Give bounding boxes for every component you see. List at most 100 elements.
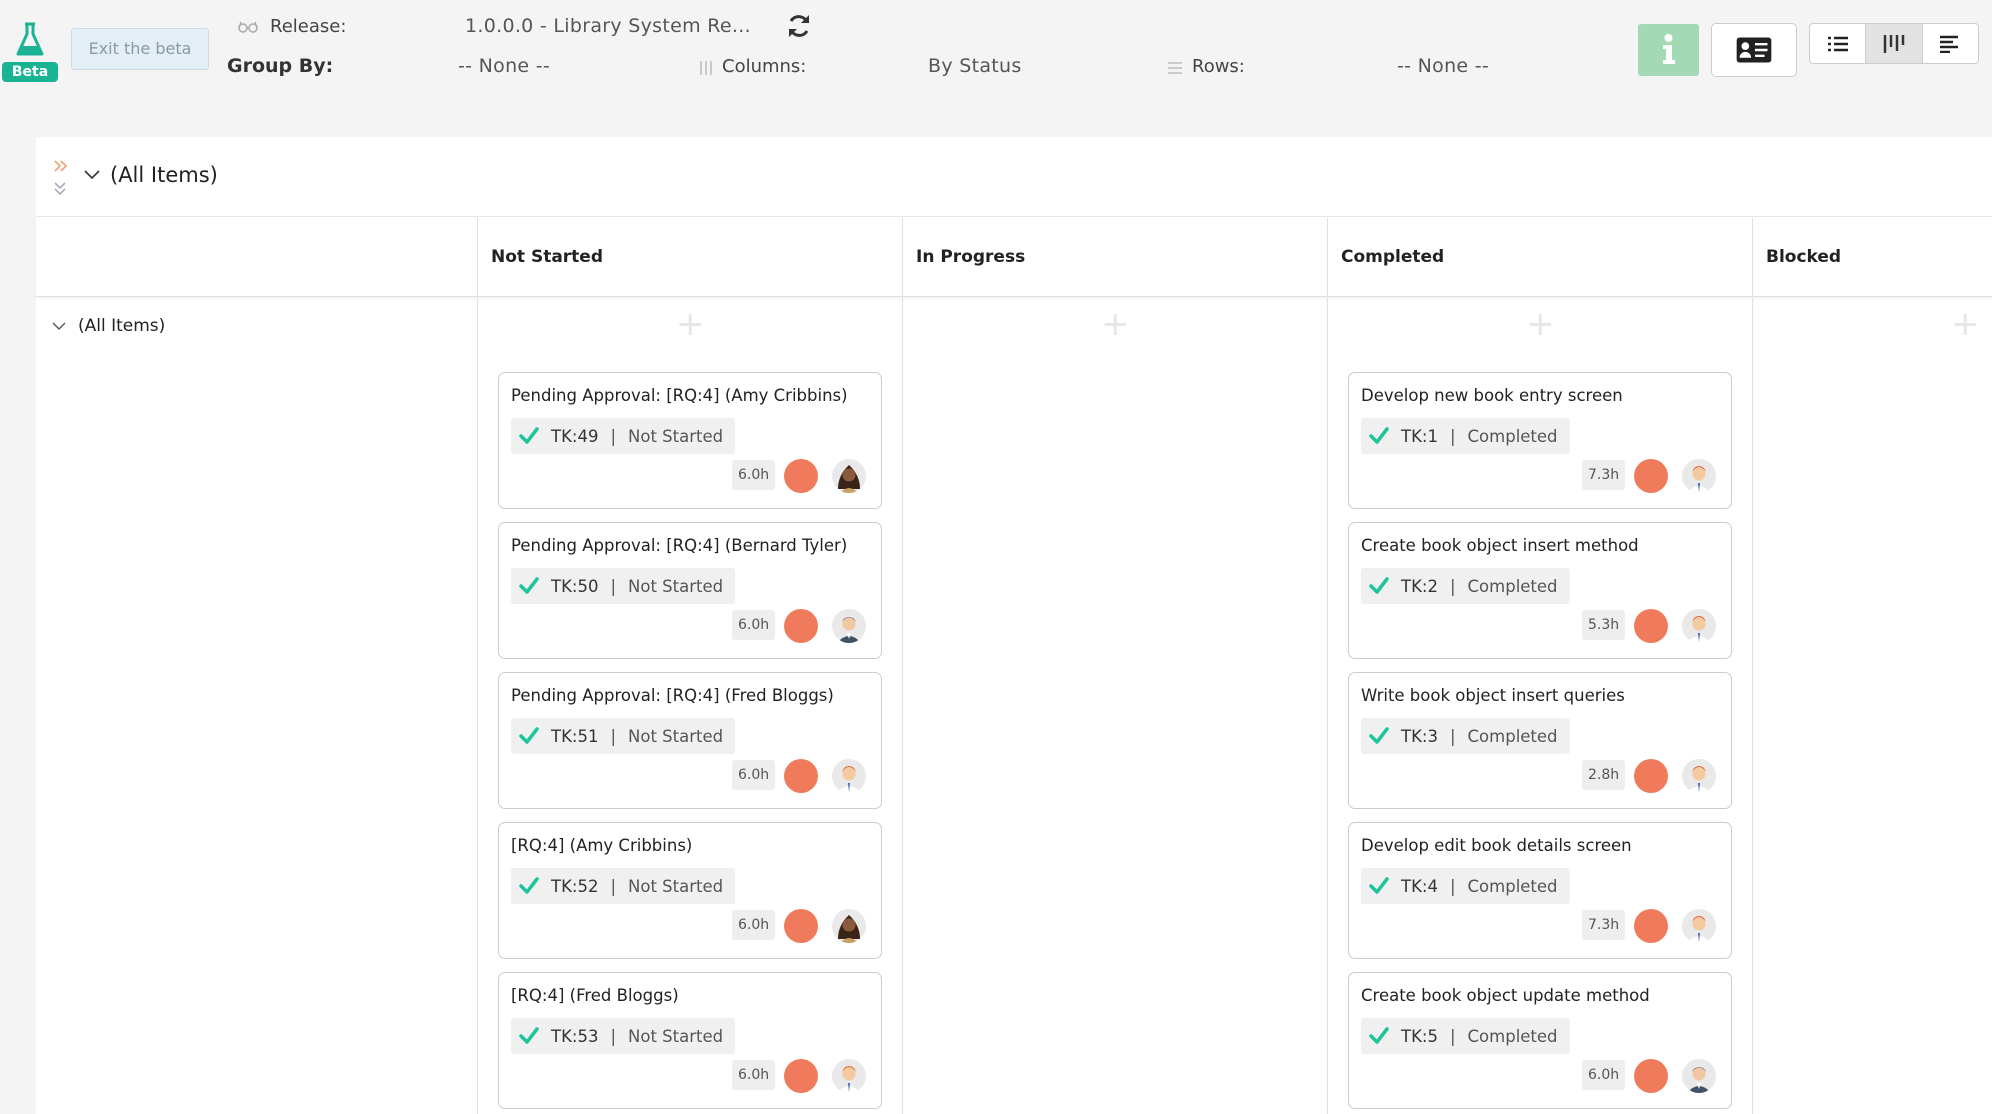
column-in-progress: + (902, 298, 1327, 1114)
chip-separator: | (1449, 426, 1456, 446)
info-icon (1663, 34, 1675, 64)
task-id[interactable]: TK:1 (1401, 427, 1438, 446)
row-label-all-items[interactable]: (All Items) (52, 316, 165, 336)
refresh-icon[interactable] (785, 12, 813, 40)
task-card[interactable]: Pending Approval: [RQ:4] (Bernard Tyler)… (498, 522, 882, 659)
checkmark-icon (519, 1027, 539, 1044)
checkmark-icon (519, 577, 539, 594)
priority-dot (784, 609, 818, 643)
columns-selector[interactable]: By Status (928, 55, 1022, 77)
task-card[interactable]: Pending Approval: [RQ:4] (Fred Bloggs) T… (498, 672, 882, 809)
task-card[interactable]: Develop edit book details screen TK:4 | … (1348, 822, 1732, 959)
male-grey-avatar[interactable] (1682, 1059, 1716, 1093)
task-status-chip: TK:49 | Not Started (511, 418, 736, 454)
chevron-down-icon (84, 170, 100, 180)
task-status-chip: TK:5 | Completed (1361, 1018, 1570, 1054)
task-hours-badge: 6.0h (732, 910, 776, 940)
task-card[interactable]: [RQ:4] (Fred Bloggs) TK:53 | Not Started… (498, 972, 882, 1109)
task-card[interactable]: Write book object insert queries TK:3 | … (1348, 672, 1732, 809)
chip-separator: | (1449, 876, 1456, 896)
column-header-row: Not Started In Progress Completed Blocke… (36, 218, 1992, 297)
chip-separator: | (1449, 726, 1456, 746)
info-button[interactable] (1638, 24, 1699, 76)
chip-separator: | (610, 726, 617, 746)
list-icon (1827, 36, 1848, 51)
task-status: Not Started (628, 726, 724, 746)
group-by-selector[interactable]: -- None -- (458, 55, 550, 77)
add-card-button[interactable]: + (1526, 307, 1555, 341)
column-header-completed: Completed (1327, 218, 1752, 297)
male-grey-avatar[interactable] (832, 609, 866, 643)
all-items-toggle[interactable]: (All Items) (84, 163, 218, 187)
male-redhead-avatar[interactable] (1682, 909, 1716, 943)
task-card-title: [RQ:4] (Amy Cribbins) (511, 836, 693, 855)
expand-collapse-icon[interactable] (52, 155, 70, 199)
task-card-title: Write book object insert queries (1361, 686, 1625, 705)
task-hours-badge: 7.3h (1582, 910, 1626, 940)
task-status: Completed (1467, 1026, 1558, 1046)
task-status: Completed (1467, 426, 1558, 446)
exit-beta-button[interactable]: Exit the beta (71, 28, 209, 70)
board-header: (All Items) (36, 137, 1992, 217)
priority-dot (784, 909, 818, 943)
task-id[interactable]: TK:50 (551, 577, 598, 596)
task-card[interactable]: Pending Approval: [RQ:4] (Amy Cribbins) … (498, 372, 882, 509)
checkmark-icon (1369, 877, 1389, 894)
task-id[interactable]: TK:2 (1401, 577, 1438, 596)
chip-separator: | (1449, 576, 1456, 596)
male-redhead-avatar[interactable] (832, 1059, 866, 1093)
task-id[interactable]: TK:49 (551, 427, 598, 446)
task-hours-badge: 2.8h (1582, 760, 1626, 790)
task-card[interactable]: Create book object update method TK:5 | … (1348, 972, 1732, 1109)
female-dark-avatar[interactable] (832, 459, 866, 493)
task-status: Completed (1467, 576, 1558, 596)
task-card-title: Pending Approval: [RQ:4] (Amy Cribbins) (511, 386, 848, 405)
priority-dot (1634, 1059, 1668, 1093)
male-redhead-avatar[interactable] (1682, 759, 1716, 793)
column-blocked: + (1752, 298, 1992, 1114)
priority-dot (784, 1059, 818, 1093)
board-icon (1883, 34, 1905, 53)
list-view-button[interactable] (1810, 24, 1867, 63)
task-card-title: [RQ:4] (Fred Bloggs) (511, 986, 679, 1005)
task-hours-badge: 6.0h (1582, 1060, 1626, 1090)
rows-icon (1168, 62, 1182, 74)
task-card[interactable]: [RQ:4] (Amy Cribbins) TK:52 | Not Starte… (498, 822, 882, 959)
task-id[interactable]: TK:4 (1401, 877, 1438, 896)
release-selector[interactable]: 1.0.0.0 - Library System Re... (465, 15, 751, 37)
gantt-view-button[interactable] (1923, 24, 1978, 63)
task-hours-badge: 6.0h (732, 460, 776, 490)
task-id[interactable]: TK:51 (551, 727, 598, 746)
priority-dot (784, 759, 818, 793)
task-card[interactable]: Develop new book entry screen TK:1 | Com… (1348, 372, 1732, 509)
task-id[interactable]: TK:53 (551, 1027, 598, 1046)
add-card-button[interactable]: + (1951, 307, 1980, 341)
group-by-label: Group By: (227, 55, 334, 77)
board-view-button[interactable] (1866, 24, 1923, 63)
task-card-title: Develop new book entry screen (1361, 386, 1623, 405)
task-status-chip: TK:3 | Completed (1361, 718, 1570, 754)
task-card-title: Pending Approval: [RQ:4] (Bernard Tyler) (511, 536, 848, 555)
task-status-chip: TK:52 | Not Started (511, 868, 736, 904)
task-id[interactable]: TK:3 (1401, 727, 1438, 746)
male-redhead-avatar[interactable] (1682, 609, 1716, 643)
glasses-icon (238, 21, 258, 33)
chip-separator: | (610, 1026, 617, 1046)
task-id[interactable]: TK:52 (551, 877, 598, 896)
priority-dot (1634, 609, 1668, 643)
checkmark-icon (1369, 1027, 1389, 1044)
task-card[interactable]: Create book object insert method TK:2 | … (1348, 522, 1732, 659)
male-redhead-avatar[interactable] (1682, 459, 1716, 493)
task-status-chip: TK:1 | Completed (1361, 418, 1570, 454)
male-redhead-avatar[interactable] (832, 759, 866, 793)
task-card-title: Pending Approval: [RQ:4] (Fred Bloggs) (511, 686, 834, 705)
add-card-button[interactable]: + (1101, 307, 1130, 341)
task-hours-badge: 6.0h (732, 760, 776, 790)
task-status: Not Started (628, 1026, 724, 1046)
card-view-button[interactable] (1711, 23, 1797, 77)
beta-label: Beta (2, 62, 58, 82)
rows-selector[interactable]: -- None -- (1397, 55, 1489, 77)
female-dark-avatar[interactable] (832, 909, 866, 943)
task-id[interactable]: TK:5 (1401, 1027, 1438, 1046)
add-card-button[interactable]: + (676, 307, 705, 341)
